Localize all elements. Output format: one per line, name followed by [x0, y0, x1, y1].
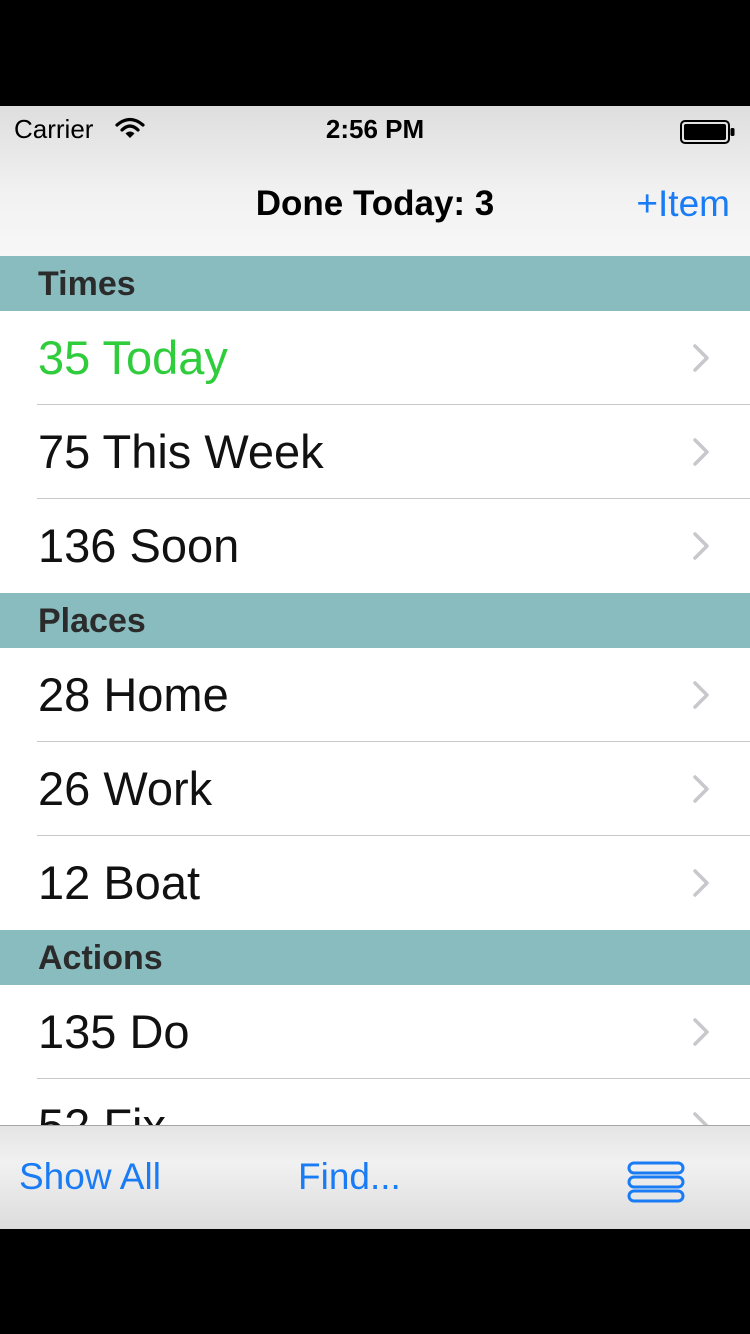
list-item-label: 26 Work [38, 762, 213, 815]
list-item-label: 135 Do [38, 1005, 190, 1058]
find-button[interactable]: Find... [298, 1156, 401, 1198]
section-header-actions: Actions [0, 930, 750, 985]
chevron-right-icon [693, 681, 709, 709]
top-bar: Carrier 2:56 PM Done Today: 3 +Item [0, 106, 750, 257]
list-item[interactable]: 26 Work [0, 742, 750, 836]
list-item-label: 136 Soon [38, 519, 240, 572]
letterbox-bottom [0, 1229, 750, 1334]
show-all-button[interactable]: Show All [19, 1156, 161, 1198]
list-item-label: 35 Today [38, 331, 228, 384]
chevron-right-icon [693, 869, 709, 897]
add-item-button[interactable]: +Item [636, 183, 730, 225]
list-item-label: 28 Home [38, 668, 229, 721]
section-header-places: Places [0, 593, 750, 648]
list-item[interactable]: 136 Soon [0, 499, 750, 593]
chevron-right-icon [693, 532, 709, 560]
screen: Carrier 2:56 PM Done Today: 3 +Item Time… [0, 106, 750, 1229]
chevron-right-icon [693, 775, 709, 803]
list-stack-icon[interactable] [626, 1161, 686, 1203]
chevron-right-icon [693, 438, 709, 466]
battery-icon [680, 120, 735, 144]
category-list: Times 35 Today 75 This Week 136 Soon Places 2… [0, 256, 750, 1173]
list-item[interactable]: 135 Do [0, 985, 750, 1079]
list-item[interactable]: 35 Today [0, 311, 750, 405]
chevron-right-icon [693, 344, 709, 372]
list-item[interactable]: 28 Home [0, 648, 750, 742]
list-item[interactable]: 75 This Week [0, 405, 750, 499]
list-item-label: 75 This Week [38, 425, 324, 478]
list-item[interactable]: 12 Boat [0, 836, 750, 930]
list-item-label: 12 Boat [38, 856, 201, 909]
status-time: 2:56 PM [325, 114, 425, 144]
chevron-right-icon [693, 1018, 709, 1046]
letterbox-top [0, 0, 750, 106]
section-header-times: Times [0, 256, 750, 311]
bottom-toolbar: Show All Find... [0, 1125, 750, 1229]
